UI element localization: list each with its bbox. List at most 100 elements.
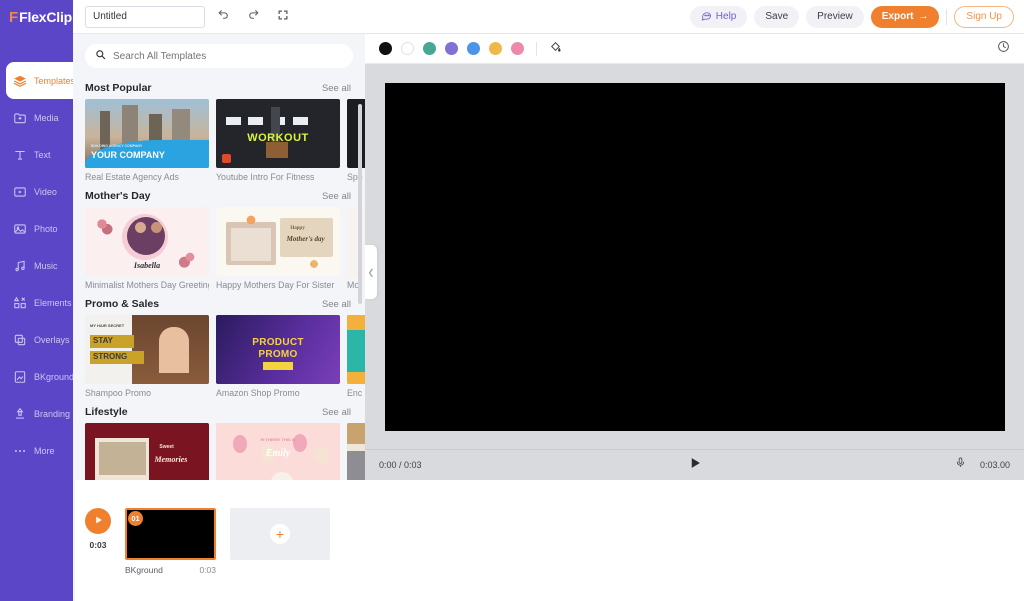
timeline-play-button[interactable]	[85, 508, 111, 534]
template-card[interactable]: Spo	[347, 99, 365, 182]
media-icon	[12, 110, 27, 125]
sidebar-item-elements[interactable]: Elements	[0, 284, 73, 321]
chat-bubble-icon	[701, 10, 712, 24]
template-card[interactable]: WORKOUT Youtube Intro For Fitness	[216, 99, 340, 182]
player-right-controls: 0:03.00	[955, 456, 1010, 474]
paint-bucket-icon	[549, 40, 562, 58]
player-controls: 0:00 / 0:03 0:03.00	[365, 449, 1024, 480]
logo-mark-icon: F	[9, 8, 19, 26]
history-button[interactable]	[997, 40, 1010, 58]
elements-icon	[12, 295, 27, 310]
preview-label: Preview	[817, 11, 853, 22]
template-name: Spo	[347, 172, 363, 182]
template-row-promo-sales: MY HAIR SECRET STAY STRONG Shampoo Promo…	[73, 315, 365, 398]
save-button[interactable]: Save	[754, 5, 800, 28]
template-name: Real Estate Agency Ads	[85, 172, 179, 182]
top-actions: Help Save Preview Export → Sign Up	[689, 5, 1024, 28]
see-all-mothers-day[interactable]: See all	[322, 191, 351, 202]
template-card[interactable]: MY HAIR SECRET STAY STRONG Shampoo Promo	[85, 315, 209, 398]
template-thumbnail	[347, 99, 365, 168]
sidebar-item-photo[interactable]: Photo	[0, 210, 73, 247]
timeline-clip[interactable]: 01 BKground 0:03	[125, 508, 216, 575]
project-title-input[interactable]	[85, 5, 205, 28]
undo-icon	[217, 8, 230, 26]
sidebar-item-templates[interactable]: Templates	[6, 62, 75, 99]
clip-duration: 0:03	[199, 565, 216, 575]
signup-button[interactable]: Sign Up	[954, 5, 1014, 28]
sidebar-item-text[interactable]: Text	[0, 136, 73, 173]
color-toolbar-divider	[536, 41, 537, 56]
swatch-teal[interactable]	[423, 42, 436, 55]
video-canvas[interactable]	[384, 82, 1005, 431]
template-card[interactable]: BUILDING AGENCY COMPANY YOUR COMPANY Rea…	[85, 99, 209, 182]
sidebar-item-media[interactable]: Media	[0, 99, 73, 136]
templates-icon	[12, 73, 27, 88]
see-all-lifestyle[interactable]: See all	[322, 407, 351, 418]
swatch-white[interactable]	[401, 42, 414, 55]
search-input[interactable]	[113, 50, 343, 62]
swatch-purple[interactable]	[445, 42, 458, 55]
swatch-blue[interactable]	[467, 42, 480, 55]
paint-bucket-button[interactable]	[549, 40, 562, 58]
template-card[interactable]: Happy Mother's day Happy Mothers Day For…	[216, 207, 340, 290]
see-all-most-popular[interactable]: See all	[322, 83, 351, 94]
sidebar-label-media: Media	[34, 112, 59, 123]
panel-scrollbar[interactable]	[358, 104, 362, 304]
timeline-preview: 0:03	[85, 508, 111, 550]
sidebar-item-video[interactable]: Video	[0, 173, 73, 210]
sidebar-item-branding[interactable]: Branding	[0, 395, 73, 432]
sidebar-item-overlays[interactable]: Overlays	[0, 321, 73, 358]
section-title: Mother's Day	[85, 190, 151, 202]
template-row-most-popular: BUILDING AGENCY COMPANY YOUR COMPANY Rea…	[73, 99, 365, 182]
sidebar-item-more[interactable]: More	[0, 432, 73, 469]
arrow-right-icon: →	[918, 11, 929, 22]
panel-collapse-button[interactable]: ❮	[365, 245, 377, 299]
template-card[interactable]: Isabella Minimalist Mothers Day Greeting	[85, 207, 209, 290]
fullscreen-icon	[277, 8, 289, 26]
clip-index-badge: 01	[128, 511, 143, 526]
help-button[interactable]: Help	[689, 5, 748, 28]
app-logo[interactable]: F FlexClip	[0, 0, 73, 34]
template-card[interactable]: Mo	[347, 207, 365, 290]
section-header-promo-sales: Promo & Sales See all	[73, 290, 365, 315]
voiceover-button[interactable]	[955, 456, 966, 474]
history-clock-icon	[997, 40, 1010, 58]
chevron-left-icon: ❮	[367, 267, 375, 277]
see-all-promo-sales[interactable]: See all	[322, 299, 351, 310]
undo-button[interactable]	[211, 5, 235, 29]
swatch-gold[interactable]	[489, 42, 502, 55]
template-name: Happy Mothers Day For Sister	[216, 280, 335, 290]
text-icon	[12, 147, 27, 162]
redo-button[interactable]	[241, 5, 265, 29]
search-container	[73, 34, 365, 74]
template-card[interactable]: Enc	[347, 315, 365, 398]
template-card[interactable]: PRODUCT PROMO Amazon Shop Promo	[216, 315, 340, 398]
sidebar-label-elements: Elements	[34, 297, 72, 308]
template-thumbnail	[347, 207, 365, 276]
top-toolbar: Help Save Preview Export → Sign Up	[73, 0, 1024, 34]
swatch-pink[interactable]	[511, 42, 524, 55]
export-button[interactable]: Export →	[870, 5, 940, 28]
template-name: Minimalist Mothers Day Greeting	[85, 280, 209, 290]
section-title: Promo & Sales	[85, 298, 160, 310]
sidebar-item-bkground[interactable]: BKground	[0, 358, 75, 395]
fullscreen-button[interactable]	[271, 5, 295, 29]
save-label: Save	[765, 11, 789, 22]
sidebar-item-music[interactable]: Music	[0, 247, 73, 284]
sidebar-label-bkground: BKground	[34, 371, 75, 382]
player-duration: 0:03.00	[979, 460, 1010, 470]
branding-icon	[12, 406, 27, 421]
preview-button[interactable]: Preview	[806, 5, 864, 28]
search-box[interactable]	[85, 44, 353, 68]
help-label: Help	[715, 11, 737, 22]
sidebar-label-branding: Branding	[34, 408, 71, 419]
swatch-black[interactable]	[379, 42, 392, 55]
add-clip-button[interactable]: +	[230, 508, 330, 560]
player-play-button[interactable]	[688, 456, 701, 475]
section-header-lifestyle: Lifestyle See all	[73, 398, 365, 423]
overlays-icon	[12, 332, 27, 347]
microphone-icon	[955, 456, 966, 474]
play-icon	[94, 512, 103, 530]
template-name: Mo	[347, 280, 360, 290]
redo-icon	[247, 8, 260, 26]
